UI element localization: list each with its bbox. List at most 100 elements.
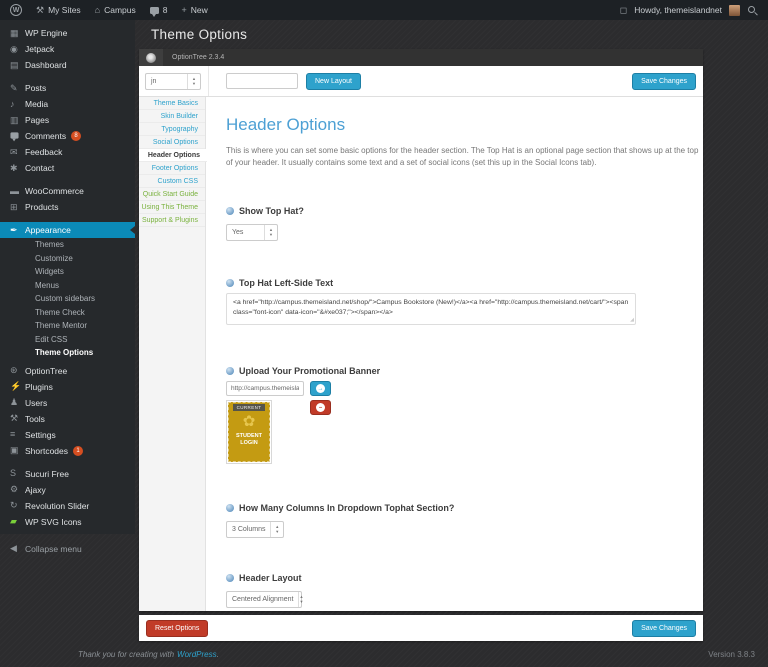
submenu-item-custom-sidebars[interactable]: Custom sidebars xyxy=(0,292,135,306)
submenu-item-menus[interactable]: Menus xyxy=(0,279,135,293)
optiontree-logo-icon xyxy=(146,53,156,63)
submenu-item-theme-options[interactable]: Theme Options xyxy=(0,346,135,360)
tab-theme-basics[interactable]: Theme Basics xyxy=(139,97,205,110)
sidebar-item-optiontree[interactable]: ⊛ OptionTree xyxy=(0,363,135,379)
admin-bar-site[interactable]: ⌂ Campus xyxy=(95,5,136,15)
sidebar-item-label: WP Engine xyxy=(25,28,67,38)
sidebar-item-sucuri[interactable]: S Sucuri Free xyxy=(0,466,135,482)
info-icon[interactable] xyxy=(226,367,234,375)
sidebar-item-woocommerce[interactable]: ▬ WooCommerce xyxy=(0,183,135,199)
sidebar-item-comments[interactable]: Comments 8 xyxy=(0,128,135,144)
sidebar-item-ajaxy[interactable]: ⚙ Ajaxy xyxy=(0,482,135,498)
sidebar-item-media[interactable]: ♪ Media xyxy=(0,96,135,112)
sidebar-item-dashboard[interactable]: ▤ Dashboard xyxy=(0,57,135,73)
optiontree-header: OptionTree 2.3.4 xyxy=(139,49,703,66)
collapse-menu-button[interactable]: ◀ Collapse menu xyxy=(0,541,135,557)
admin-bar-right: ◻ Howdy, themeislandnet xyxy=(620,5,758,16)
howdy-label: Howdy, themeislandnet xyxy=(634,5,722,15)
submenu-item-customize[interactable]: Customize xyxy=(0,252,135,266)
banner-text: STUDENT LOGIN xyxy=(236,433,262,446)
sidebar-item-label: WP SVG Icons xyxy=(25,517,82,527)
info-icon[interactable] xyxy=(226,574,234,582)
sidebar-item-label: WooCommerce xyxy=(25,186,84,196)
footer-version: Version 3.8.3 xyxy=(708,650,755,659)
setting-top-hat-text: Top Hat Left-Side Text <a href="http://c… xyxy=(226,278,702,325)
columns-select[interactable]: 3 Columns ▲▼ xyxy=(226,521,284,538)
sidebar-item-shortcodes[interactable]: ▣ Shortcodes 1 xyxy=(0,443,135,459)
admin-bar-comments[interactable]: 8 xyxy=(150,5,168,15)
top-hat-text-textarea[interactable]: <a href="http://campus.themeisland.net/s… xyxy=(226,293,636,325)
search-icon[interactable] xyxy=(747,5,758,16)
tab-header-options[interactable]: Header Options xyxy=(139,149,207,162)
admin-bar-left: W ⚒ My Sites ⌂ Campus 8 + New xyxy=(10,4,208,16)
submenu-item-edit-css[interactable]: Edit CSS xyxy=(0,333,135,347)
sidebar-item-revolution-slider[interactable]: ↻ Revolution Slider xyxy=(0,498,135,514)
sidebar-item-users[interactable]: ♟ Users xyxy=(0,395,135,411)
reset-options-button[interactable]: Reset Options xyxy=(146,620,208,637)
setting-header-layout: Header Layout Centered Alignment ▲▼ xyxy=(226,573,702,608)
wordpress-link[interactable]: WordPress xyxy=(177,650,217,659)
banner-url-input[interactable] xyxy=(226,381,304,396)
show-top-hat-select[interactable]: Yes ▲▼ xyxy=(226,224,278,241)
sidebar-item-contact[interactable]: ✱ Contact xyxy=(0,160,135,176)
section-description: This is where you can set some basic opt… xyxy=(226,145,702,168)
submenu-item-themes[interactable]: Themes xyxy=(0,238,135,252)
tab-typography[interactable]: Typography xyxy=(139,123,205,136)
header-layout-select[interactable]: Centered Alignment ▲▼ xyxy=(226,591,302,608)
sidebar-item-wp-svg-icons[interactable]: ▰ WP SVG Icons xyxy=(0,514,135,530)
admin-bar-new[interactable]: + New xyxy=(182,5,208,15)
products-icon: ⊞ xyxy=(10,203,25,212)
tab-social-options[interactable]: Social Options xyxy=(139,136,205,149)
layout-select[interactable]: jn ▲▼ xyxy=(145,73,201,90)
save-changes-button-top[interactable]: Save Changes xyxy=(632,73,696,90)
contact-icon: ✱ xyxy=(10,164,25,173)
upload-arrow-icon: → xyxy=(316,384,325,393)
avatar[interactable] xyxy=(729,5,740,16)
sidebar-item-label: Pages xyxy=(25,115,49,125)
crest-ornament-icon: ✿ xyxy=(243,413,256,430)
wordpress-logo-icon[interactable]: W xyxy=(10,4,22,16)
submenu-item-theme-check[interactable]: Theme Check xyxy=(0,306,135,320)
sidebar-item-label: Tools xyxy=(25,414,45,424)
tab-custom-css[interactable]: Custom CSS xyxy=(139,175,205,188)
setting-promotional-banner: Upload Your Promotional Banner → CURRENT… xyxy=(226,366,702,464)
sidebar-item-wp-engine[interactable]: ▦ WP Engine xyxy=(0,25,135,41)
sidebar-item-label: Ajaxy xyxy=(25,485,46,495)
appearance-icon: ✒ xyxy=(10,226,25,235)
tab-using-this-theme[interactable]: Using This Theme xyxy=(139,201,205,214)
upload-media-button[interactable]: → xyxy=(310,381,331,396)
tab-quick-start-guide[interactable]: Quick Start Guide xyxy=(139,188,205,201)
new-layout-input[interactable] xyxy=(226,73,298,89)
setting-label: Top Hat Left-Side Text xyxy=(239,278,333,288)
sidebar-item-label: Posts xyxy=(25,83,46,93)
tab-footer-options[interactable]: Footer Options xyxy=(139,162,205,175)
admin-sidebar: ▦ WP Engine ◉ Jetpack ▤ Dashboard ✎ Post… xyxy=(0,20,135,534)
tab-support-plugins[interactable]: Support & Plugins xyxy=(139,214,205,227)
howdy-account[interactable]: Howdy, themeislandnet xyxy=(634,5,722,15)
remove-media-button[interactable]: – xyxy=(310,400,331,415)
textarea-wrap: <a href="http://campus.themeisland.net/s… xyxy=(226,293,636,325)
sidebar-item-settings[interactable]: ≡ Settings xyxy=(0,427,135,443)
new-layout-button[interactable]: New Layout xyxy=(306,73,361,90)
sidebar-item-posts[interactable]: ✎ Posts xyxy=(0,80,135,96)
tab-skin-builder[interactable]: Skin Builder xyxy=(139,110,205,123)
sidebar-item-label: Appearance xyxy=(25,225,71,235)
info-icon[interactable] xyxy=(226,504,234,512)
sidebar-item-products[interactable]: ⊞ Products xyxy=(0,199,135,215)
info-icon[interactable] xyxy=(226,279,234,287)
sidebar-item-tools[interactable]: ⚒ Tools xyxy=(0,411,135,427)
optiontree-toolbar: jn ▲▼ New Layout Save Changes xyxy=(139,66,703,97)
admin-bar-my-sites[interactable]: ⚒ My Sites xyxy=(36,5,81,15)
sidebar-item-plugins[interactable]: ⚡ Plugins xyxy=(0,379,135,395)
screen-icon[interactable]: ◻ xyxy=(620,6,627,15)
sidebar-item-jetpack[interactable]: ◉ Jetpack xyxy=(0,41,135,57)
info-icon[interactable] xyxy=(226,207,234,215)
submenu-item-theme-mentor[interactable]: Theme Mentor xyxy=(0,319,135,333)
site-name-label: Campus xyxy=(104,5,136,15)
sidebar-item-pages[interactable]: ▥ Pages xyxy=(0,112,135,128)
submenu-item-widgets[interactable]: Widgets xyxy=(0,265,135,279)
wrench-icon: ⚒ xyxy=(36,6,44,15)
sidebar-item-appearance[interactable]: ✒ Appearance xyxy=(0,222,135,238)
sidebar-item-feedback[interactable]: ✉ Feedback xyxy=(0,144,135,160)
save-changes-button-bottom[interactable]: Save Changes xyxy=(632,620,696,637)
